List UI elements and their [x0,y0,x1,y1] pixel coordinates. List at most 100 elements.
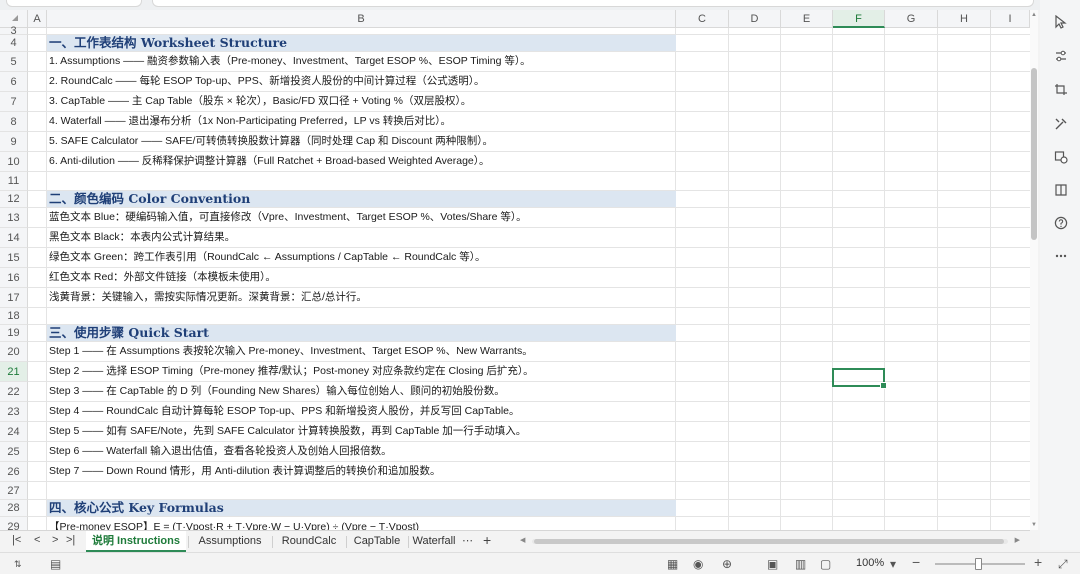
section-heading-cell[interactable]: 三、使用步骤 Quick Start [47,325,676,341]
vertical-scrollbar[interactable]: ▲ ▼ [1030,10,1038,530]
section-heading-cell[interactable]: 四、核心公式 Key Formulas [47,500,676,516]
instruction-cell[interactable]: 4. Waterfall —— 退出瀑布分析（1x Non-Participat… [47,112,676,131]
instruction-cell[interactable]: 浅黄背景：关键输入，需按实际情况更新。深黄背景：汇总/总计行。 [47,288,676,307]
scroll-right-arrow[interactable]: ▶ [1015,536,1020,544]
row-header-29[interactable]: 29 [0,517,28,530]
instruction-cell[interactable] [47,308,676,324]
name-box[interactable] [6,0,142,7]
instruction-cell[interactable]: Step 3 —— 在 CapTable 的 D 列（Founding New … [47,382,676,401]
more-icon[interactable] [1053,248,1069,264]
column-header-b[interactable]: B [47,10,676,28]
row-header-26[interactable]: 26 [0,462,28,482]
fullscreen-icon[interactable]: ⤢ [1058,557,1068,572]
section-heading-cell[interactable]: 二、颜色编码 Color Convention [47,191,676,207]
active-cell-selection[interactable] [832,368,887,389]
row-header-15[interactable]: 15 [0,248,28,268]
row-header-28[interactable]: 28 [0,500,28,517]
row-header-10[interactable]: 10 [0,152,28,172]
row-header-14[interactable]: 14 [0,228,28,248]
book-icon[interactable] [1053,182,1069,198]
macro-icon[interactable]: ⇅ [14,559,22,570]
zoom-out-button[interactable]: − [912,554,920,570]
focus-icon[interactable]: ⊕ [722,557,732,571]
row-header-21[interactable]: 21 [0,362,28,382]
instruction-cell[interactable] [47,172,676,190]
instruction-cell[interactable]: Step 4 —— RoundCalc 自动计算每轮 ESOP Top-up、P… [47,402,676,421]
scroll-up-arrow[interactable]: ▲ [1031,12,1037,18]
row-header-18[interactable]: 18 [0,308,28,325]
horizontal-scroll-thumb[interactable] [534,539,1004,544]
instruction-cell[interactable]: 红色文本 Red：外部文件链接（本模板未使用）。 [47,268,676,287]
zoom-slider-thumb[interactable] [975,558,982,570]
instruction-cell[interactable]: 5. SAFE Calculator —— SAFE/可转债转换股数计算器（同时… [47,132,676,151]
column-header-h[interactable]: H [938,10,991,28]
row-header-3[interactable]: 3 [0,26,28,37]
more-sheets-button[interactable]: ⋯ [462,534,473,547]
scroll-down-arrow[interactable]: ▼ [1031,522,1037,528]
instruction-cell[interactable]: Step 6 —— Waterfall 输入退出估值，查看各轮投资人及创始人回报… [47,442,676,461]
filter-icon[interactable] [1053,48,1069,64]
pointer-icon[interactable] [1053,14,1069,30]
row-header-8[interactable]: 8 [0,112,28,132]
normal-view-icon[interactable]: ▣ [767,557,778,571]
sheet-tab-assumptions[interactable]: Assumptions [188,531,272,552]
column-header-d[interactable]: D [729,10,781,28]
row-header-5[interactable]: 5 [0,52,28,72]
zoom-dropdown-icon[interactable]: ▾ [890,557,896,571]
instruction-cell[interactable]: 【Pre-money ESOP】E = (T·Vpost·R + T·Vpre·… [47,517,676,530]
row-header-11[interactable]: 11 [0,172,28,191]
column-header-i[interactable]: I [991,10,1030,28]
shapes-icon[interactable] [1053,149,1069,165]
first-sheet-button[interactable]: |< [12,534,21,546]
row-header-27[interactable]: 27 [0,482,28,500]
last-sheet-button[interactable]: >| [66,534,75,546]
row-header-24[interactable]: 24 [0,422,28,442]
spreadsheet-grid[interactable]: A B C D E F G H I 3 4 一、工作表结构 Worksheet Structure 5 1… [0,10,1030,530]
vertical-scroll-thumb[interactable] [1031,68,1037,240]
instruction-cell[interactable]: Step 1 —— 在 Assumptions 表按轮次输入 Pre-money… [47,342,676,361]
row-header-12[interactable]: 12 [0,191,28,208]
sheet-view-icon[interactable]: ▤ [50,557,61,571]
eye-protect-icon[interactable]: ◉ [693,557,703,571]
sheet-tab-instructions[interactable]: 说明 Instructions [86,531,186,552]
instruction-cell[interactable]: 1. Assumptions —— 融资参数输入表（Pre-money、Inve… [47,52,676,71]
instruction-cell[interactable]: 蓝色文本 Blue：硬编码输入值，可直接修改（Vpre、Investment、T… [47,208,676,227]
instruction-cell[interactable]: 黑色文本 Black：本表内公式计算结果。 [47,228,676,247]
row-header-17[interactable]: 17 [0,288,28,308]
horizontal-scrollbar[interactable]: ◀ ▶ [520,535,1020,547]
instruction-cell[interactable]: 2. RoundCalc —— 每轮 ESOP Top-up、PPS、新增投资人… [47,72,676,91]
instruction-cell[interactable]: 绿色文本 Green：跨工作表引用（RoundCalc ← Assumption… [47,248,676,267]
column-header-e[interactable]: E [781,10,833,28]
row-header-6[interactable]: 6 [0,72,28,92]
row-header-4[interactable]: 4 [0,35,28,52]
prev-sheet-button[interactable]: < [34,534,40,546]
sheet-tab-waterfall[interactable]: Waterfall [408,531,460,552]
row-header-20[interactable]: 20 [0,342,28,362]
row-header-25[interactable]: 25 [0,442,28,462]
column-header-a[interactable]: A [28,10,47,28]
sheet-tab-captable[interactable]: CapTable [346,531,408,552]
table-view-icon[interactable]: ▦ [667,557,678,571]
zoom-in-button[interactable]: + [1034,554,1042,570]
column-header-g[interactable]: G [885,10,938,28]
instruction-cell[interactable]: Step 5 —— 如有 SAFE/Note，先到 SAFE Calculato… [47,422,676,441]
row-header-9[interactable]: 9 [0,132,28,152]
row-header-13[interactable]: 13 [0,208,28,228]
instruction-cell[interactable] [47,28,676,34]
scroll-left-arrow[interactable]: ◀ [520,536,525,544]
help-icon[interactable] [1053,215,1069,231]
tools-icon[interactable] [1053,116,1069,132]
sheet-tab-roundcalc[interactable]: RoundCalc [272,531,346,552]
instruction-cell[interactable] [47,482,676,499]
row-header-23[interactable]: 23 [0,402,28,422]
instruction-cell[interactable]: 3. CapTable —— 主 Cap Table（股东 × 轮次），Basi… [47,92,676,111]
column-header-f[interactable]: F [833,10,885,28]
row-header-22[interactable]: 22 [0,382,28,402]
next-sheet-button[interactable]: > [52,534,58,546]
page-layout-icon[interactable]: ▥ [795,557,806,571]
add-sheet-button[interactable]: + [483,532,491,548]
crop-icon[interactable] [1053,82,1069,98]
column-header-c[interactable]: C [676,10,729,28]
instruction-cell[interactable]: Step 2 —— 选择 ESOP Timing（Pre-money 推荐/默认… [47,362,676,381]
row-header-7[interactable]: 7 [0,92,28,112]
